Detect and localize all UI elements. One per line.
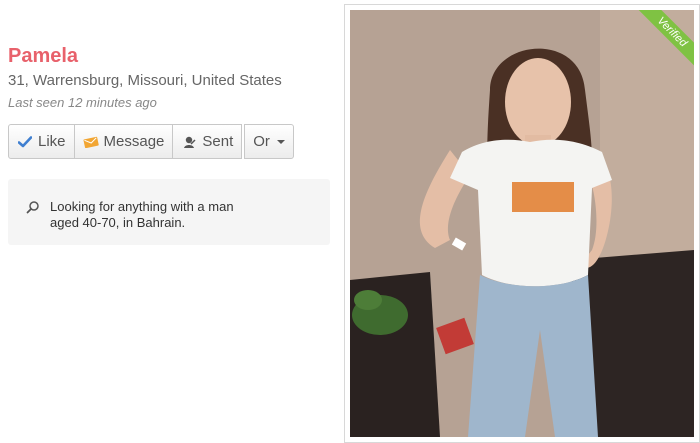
profile-photo[interactable]: Verified: [350, 10, 694, 437]
sent-button[interactable]: Sent: [173, 124, 243, 159]
profile-photo-frame[interactable]: Verified: [344, 4, 700, 443]
or-label: Or: [253, 133, 270, 150]
verified-label: Verified: [634, 10, 694, 70]
or-dropdown-button[interactable]: Or: [244, 124, 294, 159]
message-label: Message: [103, 133, 165, 150]
profile-info: Pamela 31, Warrensburg, Missouri, United…: [8, 44, 334, 245]
sent-label: Sent: [202, 133, 234, 150]
action-buttons: Like Message Sent Or: [8, 124, 334, 159]
envelope-icon: [83, 134, 99, 150]
caret-down-icon: [276, 139, 285, 144]
check-icon: [17, 134, 33, 150]
profile-location: 31, Warrensburg, Missouri, United States: [8, 72, 282, 89]
photo-illustration: [350, 10, 694, 437]
verified-ribbon: Verified: [633, 10, 694, 71]
looking-for-text: Looking for anything with a man aged 40-…: [50, 199, 234, 230]
search-icon: [26, 200, 40, 214]
like-label: Like: [38, 133, 66, 150]
sent-icon: [181, 134, 197, 150]
last-seen: Last seen 12 minutes ago: [8, 95, 157, 110]
looking-for-box: Looking for anything with a man aged 40-…: [8, 179, 330, 245]
like-button[interactable]: Like: [8, 124, 75, 159]
message-button[interactable]: Message: [74, 124, 174, 159]
profile-name[interactable]: Pamela: [8, 44, 334, 68]
